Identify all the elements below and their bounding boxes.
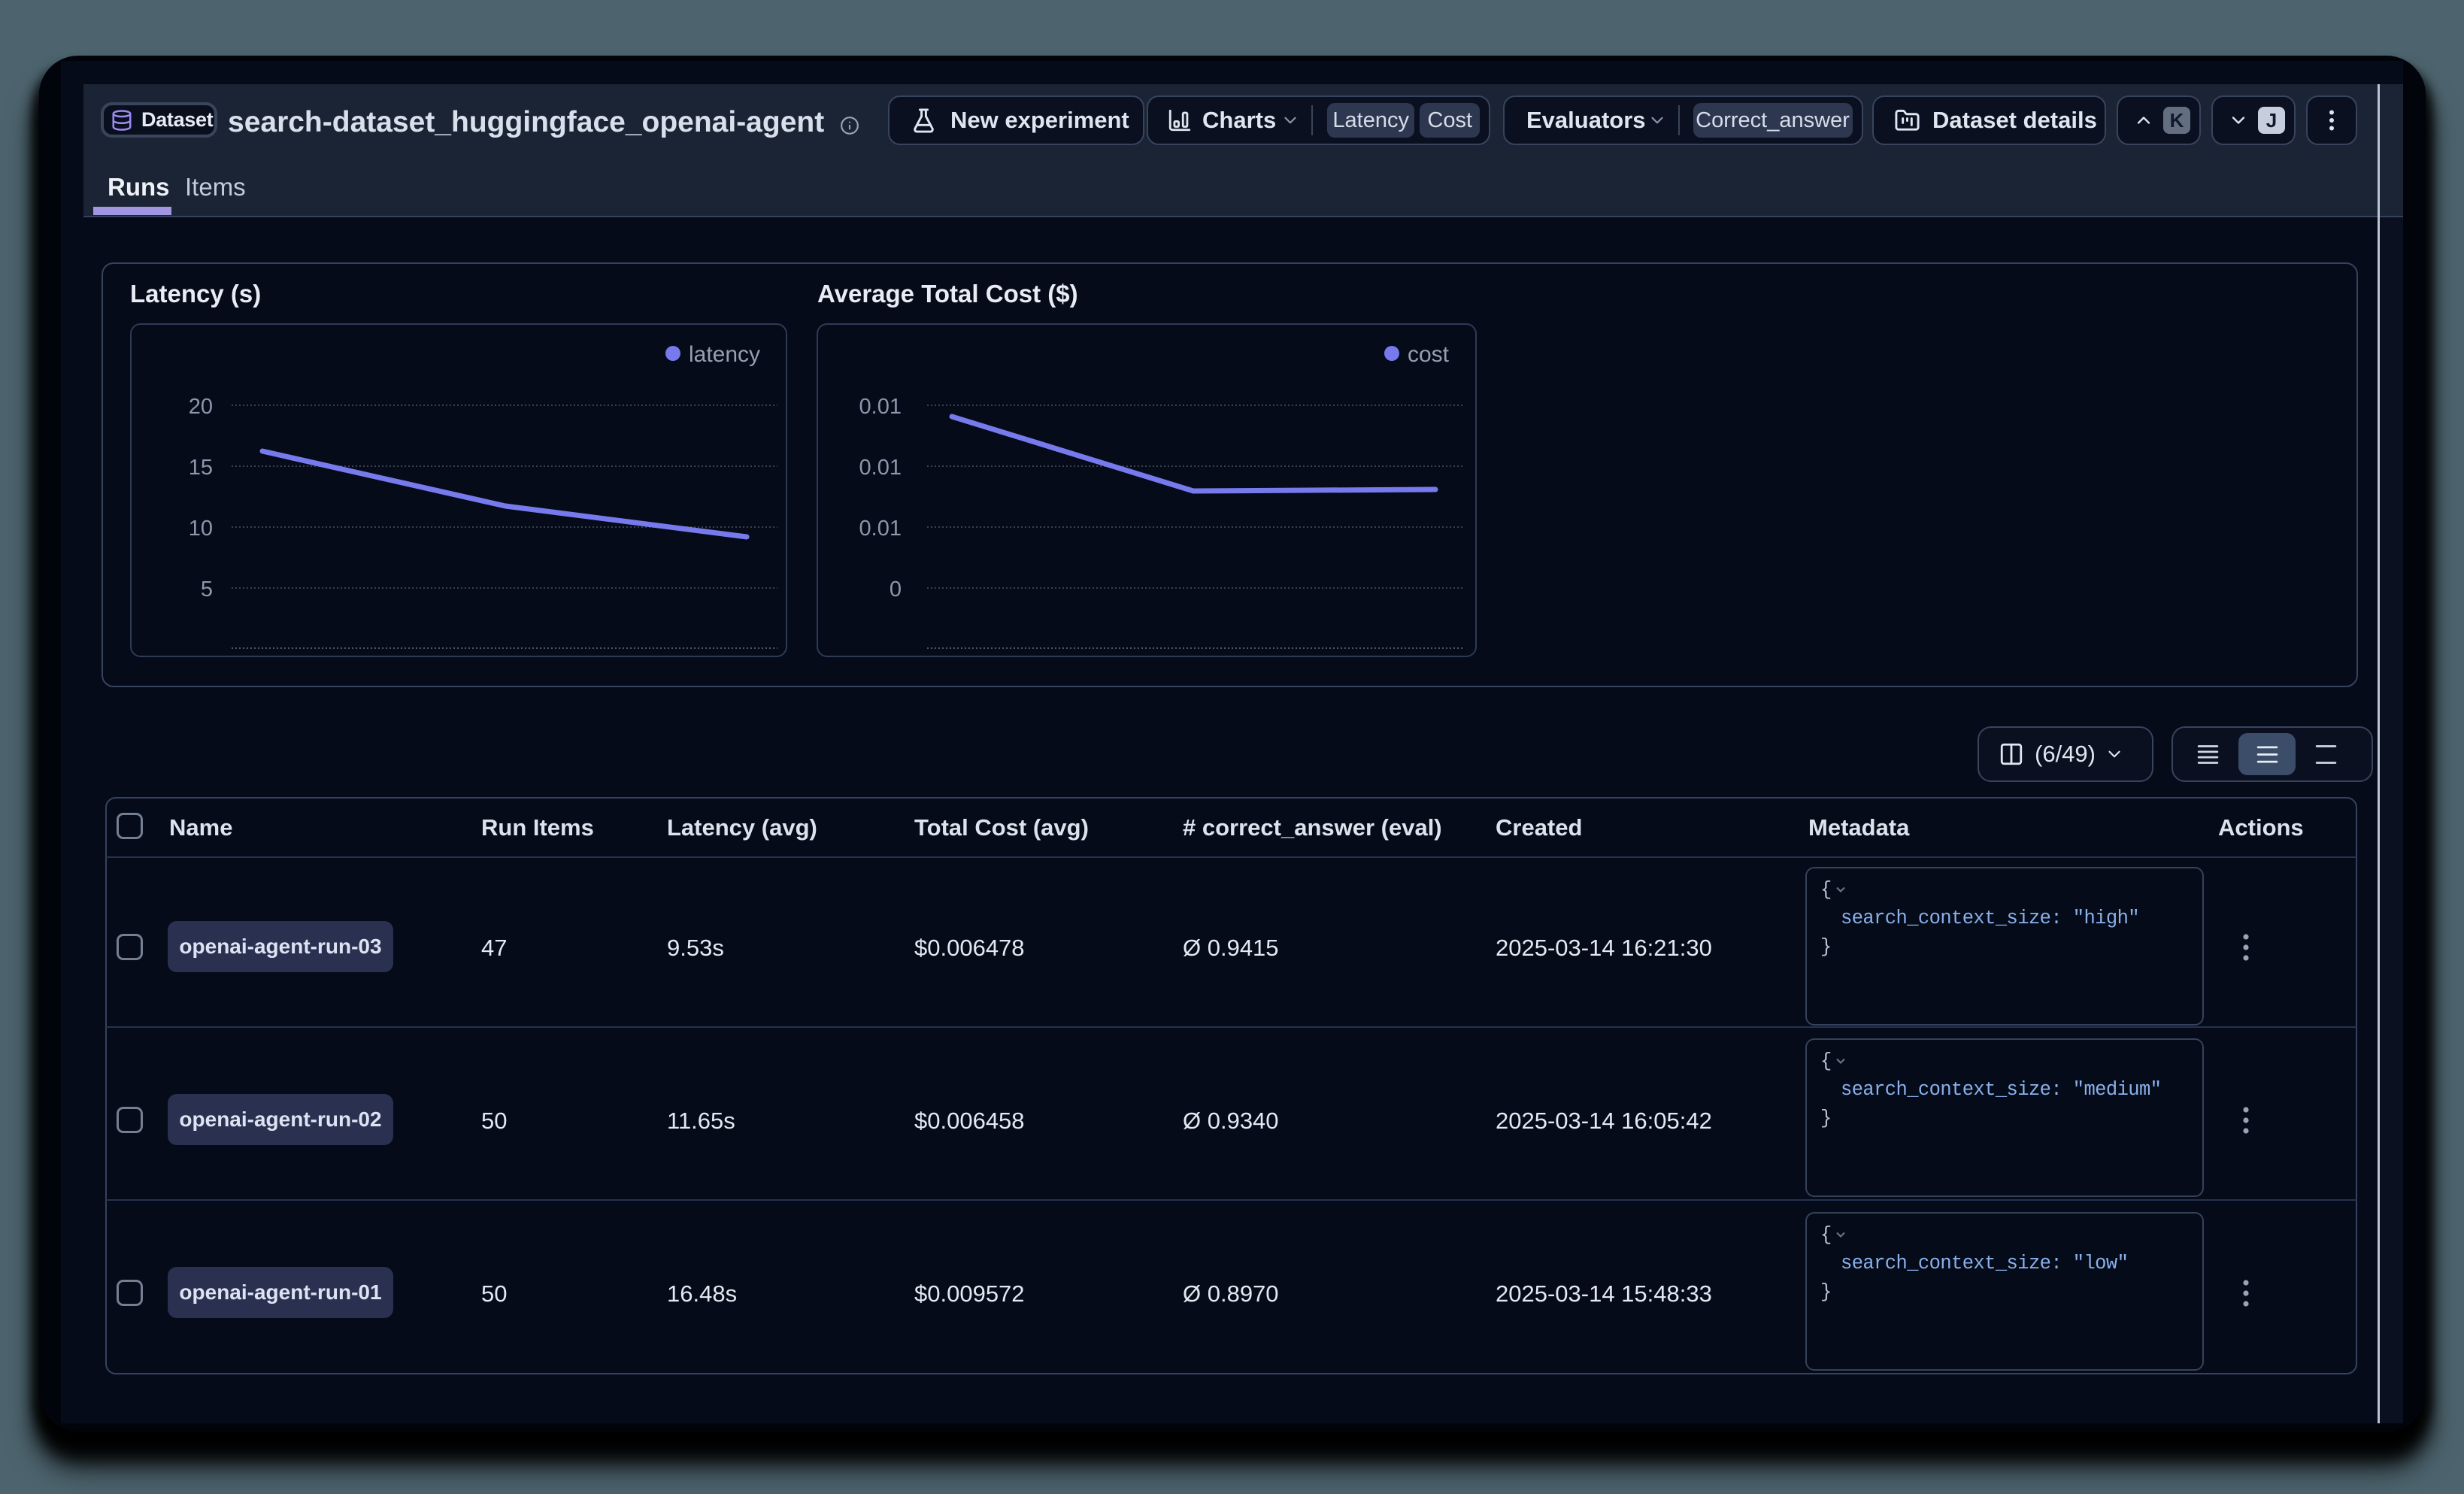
svg-text:0.01: 0.01 xyxy=(859,395,902,419)
svg-text:cost: cost xyxy=(1408,342,1450,367)
svg-text:10: 10 xyxy=(189,517,213,541)
svg-text:0: 0 xyxy=(890,577,902,602)
svg-text:0.01: 0.01 xyxy=(859,456,902,480)
svg-text:5: 5 xyxy=(201,577,213,602)
svg-text:20: 20 xyxy=(189,395,213,419)
svg-text:latency: latency xyxy=(689,342,760,367)
svg-text:15: 15 xyxy=(189,456,213,480)
svg-text:0.01: 0.01 xyxy=(859,517,902,541)
